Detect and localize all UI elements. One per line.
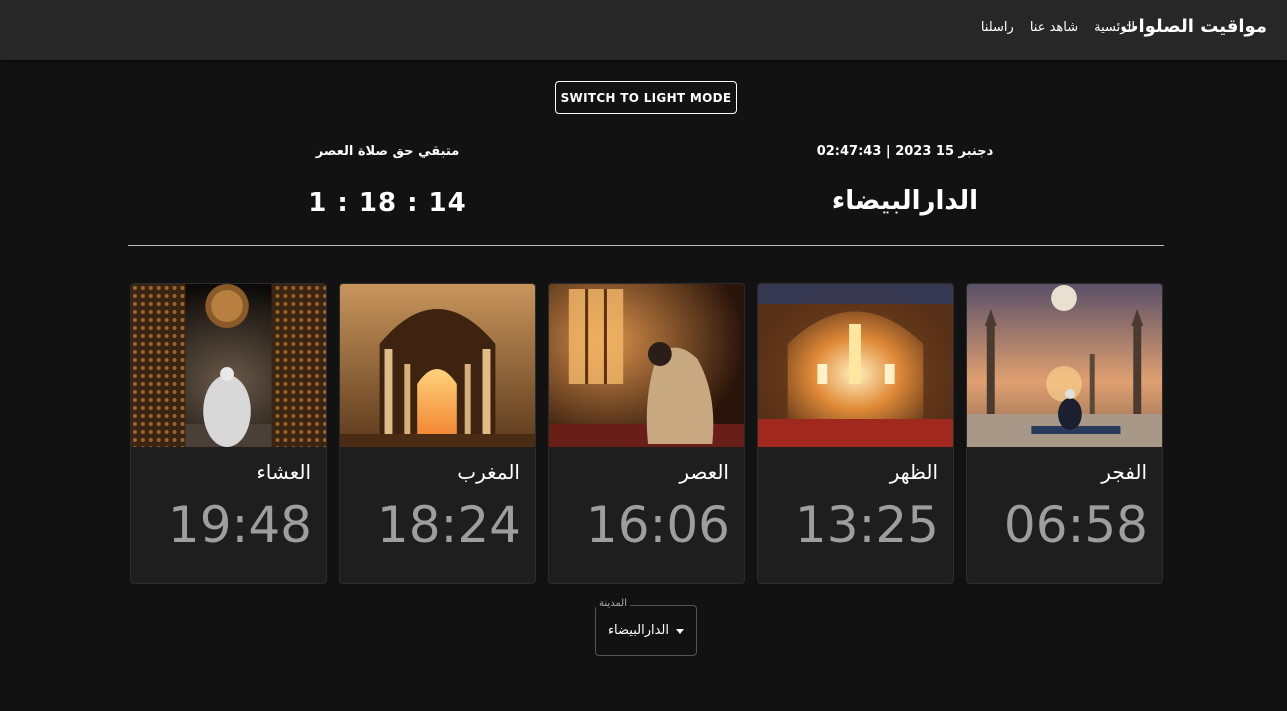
prayer-card-isha: العشاء 19:48 [130,283,327,584]
main-nav: الرئسية شاهد عنا راسلنا [981,20,1135,35]
city-select-label: المدينة [595,598,630,609]
prayer-cards: العشاء 19:48 المغرب 18:24 العصر 16:06 ال… [130,283,1163,584]
city-select[interactable]: المدينة الدارالبيضاء [595,598,697,656]
prayer-time: 16:06 [585,496,730,554]
prayer-name: الظهر [889,460,938,484]
countdown-timer: 1 : 18 : 14 [308,188,467,218]
prayer-name: العشاء [256,460,311,484]
theme-toggle-button[interactable]: SWITCH TO LIGHT MODE [555,81,737,114]
prayer-time: 18:24 [376,496,521,554]
prayer-name: المغرب [457,460,520,484]
brand-title[interactable]: مواقيت الصلوات [1120,16,1267,37]
nav-link-contact[interactable]: راسلنا [981,20,1014,35]
top-app-bar: مواقيت الصلوات الرئسية شاهد عنا راسلنا [0,0,1287,60]
nav-link-about[interactable]: شاهد عنا [1030,20,1078,35]
prayer-card-fajr: الفجر 06:58 [966,283,1163,584]
prayer-card-dhuhr: الظهر 13:25 [757,283,954,584]
minaret-moon-icon [967,284,1162,447]
mosque-arch-sunlight-icon [758,284,953,447]
praying-man-window-icon [549,284,744,447]
prayer-card-maghrib: المغرب 18:24 [339,283,536,584]
prayer-name: الفجر [1101,460,1147,484]
city-title: الدارالبيضاء [831,186,979,216]
divider [128,245,1164,246]
city-select-value: الدارالبيضاء [607,623,669,638]
prayer-name: العصر [679,460,729,484]
arch-sunset-icon [340,284,535,447]
prayer-card-asr: العصر 16:06 [548,283,745,584]
prayer-time: 06:58 [1003,496,1148,554]
praying-man-night-icon [131,284,326,447]
caret-down-icon [676,629,684,634]
remaining-label: متبقي حق صلاة العصر [315,144,460,159]
current-date-time: دجنبر 15 2023 | 02:47:43 [816,144,994,159]
nav-link-home[interactable]: الرئسية [1094,20,1135,35]
prayer-time: 13:25 [794,496,939,554]
prayer-time: 19:48 [167,496,312,554]
